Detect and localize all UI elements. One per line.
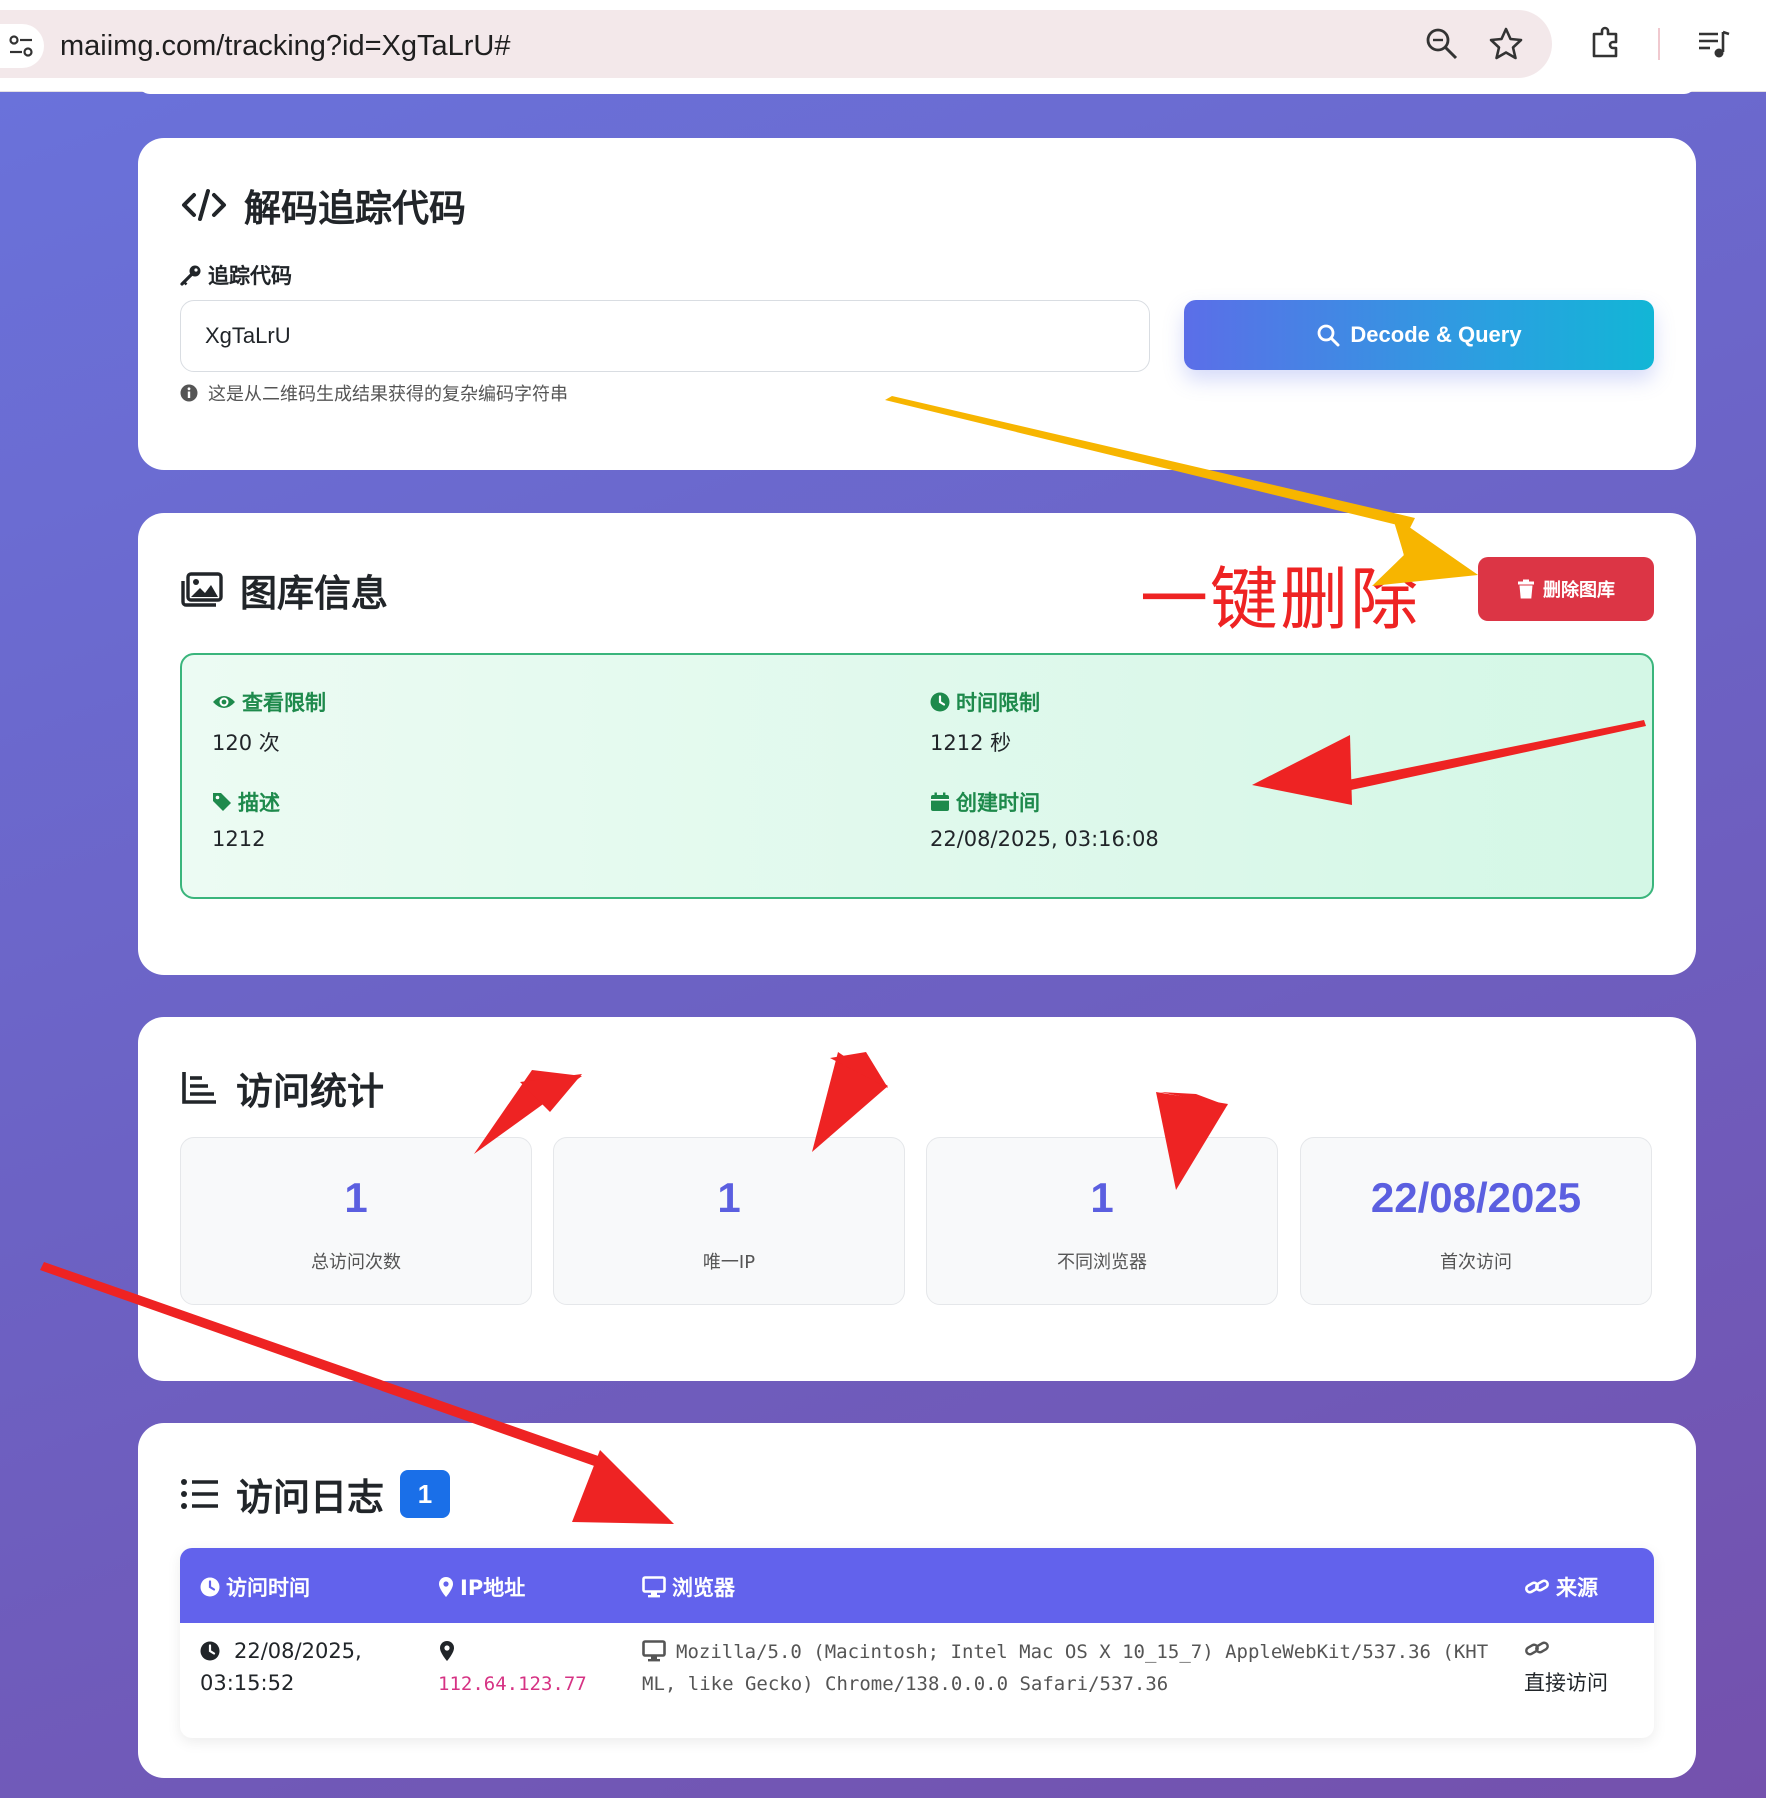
gallery-title-text: 图库信息 xyxy=(240,572,388,615)
extensions-icon[interactable] xyxy=(1588,24,1626,62)
stat-browsers-value: 1 xyxy=(1090,1174,1114,1221)
one-click-delete-annotation: 一键删除 xyxy=(1140,561,1421,640)
visit-stats-card: 访问统计 1 总访问次数 1 唯一IP 1 不同浏览器 22/08/2025 首… xyxy=(138,1017,1696,1381)
row-time-line2: 03:15:52 xyxy=(200,1671,295,1695)
bookmark-star-icon[interactable] xyxy=(1488,26,1524,62)
decode-card: 解码追踪代码 追踪代码 Decode & Query 这是从二维码生成结果获得的… xyxy=(138,138,1696,470)
decode-title: 解码追踪代码 xyxy=(180,178,466,232)
stat-unique-ip-value: 1 xyxy=(717,1174,741,1221)
tune-icon xyxy=(9,35,33,57)
decode-query-label: Decode & Query xyxy=(1350,322,1522,347)
row-time-line1: 22/08/2025, xyxy=(234,1639,362,1663)
row-user-agent-line1: Mozilla/5.0 (Macintosh; Intel Mac OS X 1… xyxy=(676,1641,1489,1663)
col-ip-address: IP地址 xyxy=(438,1572,525,1602)
stat-total-visits: 1 总访问次数 xyxy=(180,1137,532,1305)
map-pin-icon xyxy=(439,1577,453,1597)
col-visit-time-text: 访问时间 xyxy=(226,1576,310,1600)
gallery-title: 图库信息 xyxy=(180,563,388,617)
decode-query-button[interactable]: Decode & Query xyxy=(1184,300,1654,370)
col-ip-address-text: IP地址 xyxy=(460,1576,526,1600)
clock-icon xyxy=(200,1641,220,1661)
list-icon xyxy=(181,1479,218,1509)
calendar-icon xyxy=(931,792,949,811)
stat-unique-ip: 1 唯一IP xyxy=(553,1137,905,1305)
created-time-label-text: 创建时间 xyxy=(956,791,1040,815)
hint-text: 这是从二维码生成结果获得的复杂编码字符串 xyxy=(208,384,568,405)
view-limit-label-text: 查看限制 xyxy=(242,691,326,715)
bar-chart-icon xyxy=(182,1072,216,1104)
description-label-text: 描述 xyxy=(238,791,280,815)
log-title-text: 访问日志 xyxy=(236,1476,384,1519)
toolbar-divider xyxy=(1658,28,1660,60)
gallery-info-card: 图库信息 删除图库 查看限制 120 次 时间限制 1212 秒 描述 1212… xyxy=(138,513,1696,975)
images-icon xyxy=(181,572,223,607)
view-limit-label: 查看限制 xyxy=(212,687,326,717)
stat-first-visit: 22/08/2025 首次访问 xyxy=(1300,1137,1652,1305)
stats-title-text: 访问统计 xyxy=(236,1070,384,1113)
site-info-button[interactable] xyxy=(0,24,44,68)
stat-browsers-label: 不同浏览器 xyxy=(1057,1252,1147,1273)
trash-icon xyxy=(1518,579,1534,599)
col-source-text: 来源 xyxy=(1556,1576,1598,1600)
col-browser-text: 浏览器 xyxy=(672,1576,735,1600)
media-queue-icon[interactable] xyxy=(1696,26,1732,62)
tracking-code-input[interactable] xyxy=(180,300,1150,372)
tracking-code-hint: 这是从二维码生成结果获得的复杂编码字符串 xyxy=(180,380,568,406)
delete-gallery-label: 删除图库 xyxy=(1543,580,1615,600)
clock-icon xyxy=(930,692,950,712)
tracking-code-label-text: 追踪代码 xyxy=(208,264,292,288)
clock-icon xyxy=(200,1577,220,1597)
description-label: 描述 xyxy=(212,787,280,817)
col-browser: 浏览器 xyxy=(642,1572,735,1602)
time-limit-label-text: 时间限制 xyxy=(956,691,1040,715)
url-text[interactable]: maiimg.com/tracking?id=XgTaLrU# xyxy=(60,30,511,63)
row-ip: 112.64.123.77 xyxy=(438,1673,587,1695)
info-icon xyxy=(180,384,198,402)
map-pin-icon xyxy=(440,1641,454,1661)
tracking-code-label: 追踪代码 xyxy=(180,260,292,290)
tag-icon xyxy=(213,793,231,811)
stat-browsers: 1 不同浏览器 xyxy=(926,1137,1278,1305)
log-title: 访问日志 1 xyxy=(180,1467,450,1521)
log-count-badge: 1 xyxy=(400,1470,450,1518)
delete-gallery-button[interactable]: 删除图库 xyxy=(1478,557,1654,621)
created-time-value: 22/08/2025, 03:16:08 xyxy=(930,827,1159,851)
time-limit-label: 时间限制 xyxy=(930,687,1040,717)
stat-total-visits-value: 1 xyxy=(344,1174,368,1221)
created-time-label: 创建时间 xyxy=(930,787,1040,817)
zoom-icon[interactable] xyxy=(1424,26,1460,62)
row-source: 直接访问 xyxy=(1524,1671,1608,1695)
col-source: 来源 xyxy=(1524,1572,1598,1602)
desktop-icon xyxy=(642,1576,666,1598)
visit-log-card: 访问日志 1 访问时间 IP地址 浏览器 来源 22/08/2025, 03:1… xyxy=(138,1423,1696,1778)
table-header: 访问时间 IP地址 浏览器 来源 xyxy=(180,1548,1654,1623)
col-visit-time: 访问时间 xyxy=(200,1572,310,1602)
stat-first-visit-value: 22/08/2025 xyxy=(1370,1174,1582,1221)
stats-title: 访问统计 xyxy=(180,1061,384,1115)
view-limit-value: 120 次 xyxy=(212,731,280,755)
description-value: 1212 xyxy=(212,827,266,851)
time-limit-value: 1212 秒 xyxy=(930,731,1012,755)
stat-total-visits-label: 总访问次数 xyxy=(311,1252,401,1273)
stat-first-visit-label: 首次访问 xyxy=(1440,1252,1512,1273)
gallery-details-box: 查看限制 120 次 时间限制 1212 秒 描述 1212 创建时间 22/0… xyxy=(180,653,1654,899)
search-icon xyxy=(1318,324,1340,347)
decode-title-text: 解码追踪代码 xyxy=(244,187,466,230)
visit-log-table: 访问时间 IP地址 浏览器 来源 22/08/2025, 03:15:52 11… xyxy=(180,1548,1654,1738)
code-icon xyxy=(182,189,226,221)
link-icon xyxy=(1525,1641,1549,1656)
browser-toolbar: maiimg.com/tracking?id=XgTaLrU# xyxy=(0,0,1766,92)
address-bar[interactable]: maiimg.com/tracking?id=XgTaLrU# xyxy=(0,10,1552,78)
key-icon xyxy=(180,265,201,286)
link-icon xyxy=(1525,1579,1549,1594)
eye-icon xyxy=(213,696,235,708)
desktop-icon xyxy=(642,1640,666,1662)
stat-unique-ip-label: 唯一IP xyxy=(702,1252,756,1273)
previous-card-edge xyxy=(138,82,1696,94)
row-user-agent-line2: ML, like Gecko) Chrome/138.0.0.0 Safari/… xyxy=(642,1673,1169,1695)
